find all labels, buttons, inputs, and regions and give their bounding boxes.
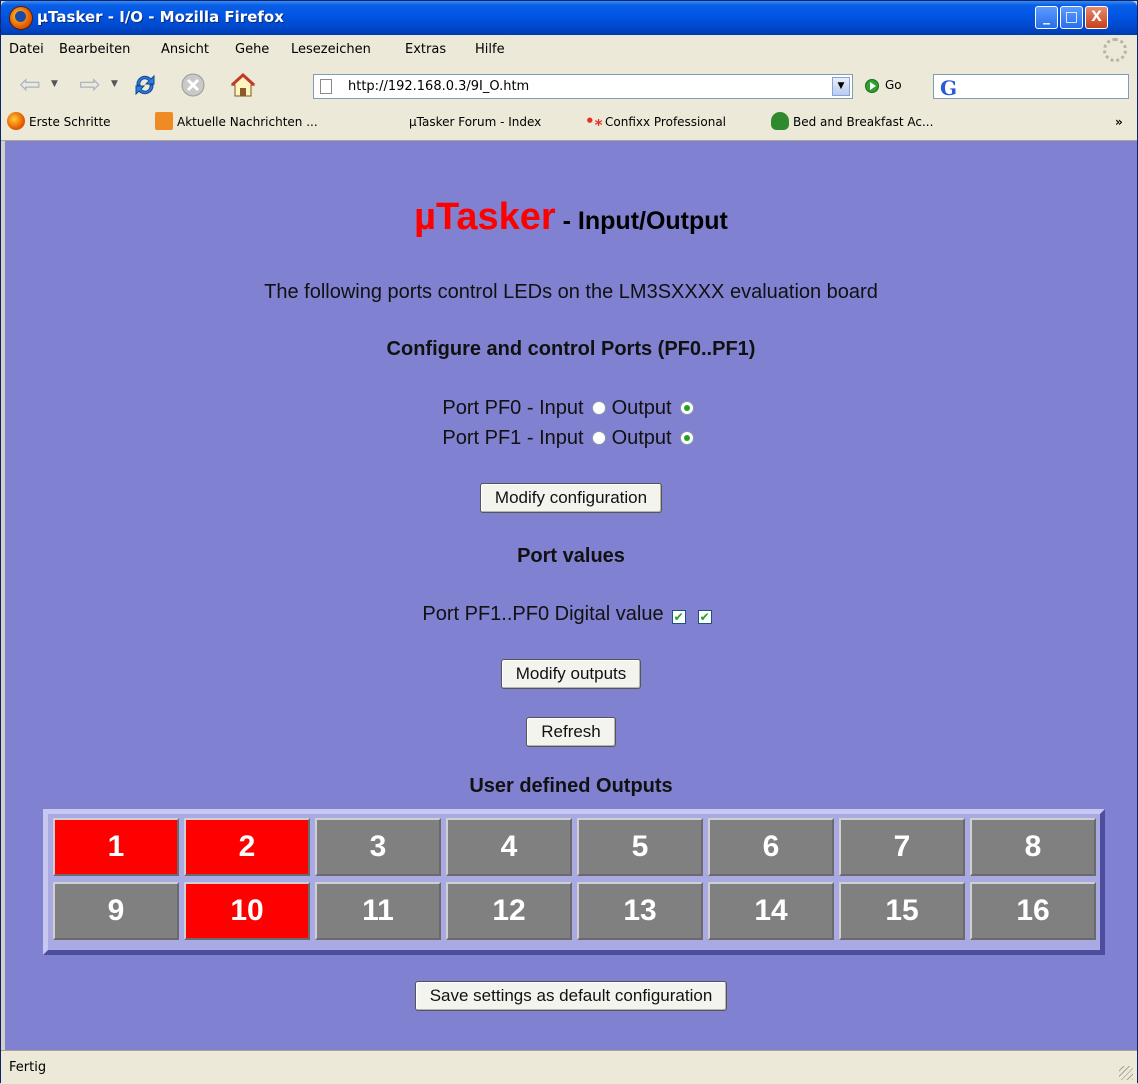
title-suffix: - Input/Output [555, 207, 728, 235]
port-pf1-label: Port PF1 - Input [442, 427, 584, 449]
port-pf0-output-radio[interactable] [679, 401, 694, 415]
page-content: µTasker - Input/Output The following por… [5, 141, 1137, 1050]
rss-icon [155, 112, 173, 130]
output-cell-14[interactable]: 14 [708, 882, 834, 940]
modify-outputs-button[interactable]: Modify outputs [500, 659, 642, 689]
title-bar: µTasker - I/O - Mozilla Firefox _ □ X [1, 1, 1137, 35]
status-bar: Fertig [1, 1050, 1137, 1084]
port-pf0-output-label: Output [611, 397, 672, 419]
output-cell-4[interactable]: 4 [446, 818, 572, 876]
close-button[interactable]: X [1085, 6, 1108, 29]
menu-bar: Datei Bearbeiten Ansicht Gehe Lesezeiche… [1, 35, 1137, 66]
pf1-checkbox[interactable]: ✔ [671, 610, 686, 624]
google-icon[interactable]: G [940, 76, 957, 100]
bookmark-bed-and-breakfast[interactable]: Bed and Breakfast Ac... [793, 115, 933, 129]
pf0-checkbox[interactable]: ✔ [697, 610, 712, 624]
menu-hilfe[interactable]: Hilfe [475, 42, 505, 57]
back-dropdown-icon[interactable]: ▼ [51, 79, 58, 89]
go-icon[interactable] [865, 79, 879, 93]
save-row: Save settings as default configuration [5, 981, 1137, 1011]
output-cell-15[interactable]: 15 [839, 882, 965, 940]
intro-text: The following ports control LEDs on the … [264, 281, 878, 303]
output-cell-8[interactable]: 8 [970, 818, 1096, 876]
modify-config-row: Modify configuration [5, 483, 1137, 513]
output-cell-13[interactable]: 13 [577, 882, 703, 940]
digital-value-row: Port PF1..PF0 Digital value ✔ ✔ [5, 603, 1137, 626]
user-outputs-table: 1 2 3 4 5 6 7 8 9 10 11 12 13 14 15 16 [43, 809, 1105, 955]
port-pf1-output-radio[interactable] [679, 431, 694, 445]
config-heading: Configure and control Ports (PF0..PF1) [386, 338, 756, 360]
search-input[interactable]: G [933, 74, 1129, 100]
port-pf1-output-label: Output [611, 427, 672, 449]
port-values-heading: Port values [517, 545, 625, 567]
page-title: µTasker - Input/Output [5, 196, 1137, 239]
firefox-icon [7, 112, 25, 130]
throbber-icon [1103, 38, 1127, 62]
port-pf0-label: Port PF0 - Input [442, 397, 584, 419]
menu-extras[interactable]: Extras [405, 42, 446, 57]
port-pf0-row: Port PF0 - Input Output [5, 397, 1137, 420]
bookmark-utasker-forum[interactable]: µTasker Forum - Index [409, 115, 541, 129]
minimize-button[interactable]: _ [1035, 6, 1058, 29]
bookmarks-overflow-chevron[interactable]: » [1115, 115, 1123, 129]
home-icon[interactable] [229, 71, 257, 99]
frog-icon [771, 112, 789, 130]
menu-bearbeiten[interactable]: Bearbeiten [59, 42, 130, 57]
browser-window: µTasker - I/O - Mozilla Firefox _ □ X Da… [0, 0, 1138, 1084]
stop-icon[interactable] [179, 71, 207, 99]
menu-datei[interactable]: Datei [9, 42, 44, 57]
url-text: http://192.168.0.3/9I_O.htm [348, 79, 530, 94]
bookmark-confixx[interactable]: Confixx Professional [605, 115, 726, 129]
port-pf1-input-radio[interactable] [591, 431, 606, 445]
refresh-button[interactable]: Refresh [526, 717, 616, 747]
go-button[interactable]: Go [885, 78, 902, 92]
port-pf0-input-radio[interactable] [591, 401, 606, 415]
modify-outputs-row: Modify outputs [5, 659, 1137, 689]
status-text: Fertig [9, 1060, 47, 1075]
refresh-row: Refresh [5, 717, 1137, 747]
address-bar[interactable]: http://192.168.0.3/9I_O.htm ▼ [313, 74, 853, 99]
menu-ansicht[interactable]: Ansicht [161, 42, 209, 57]
bookmarks-toolbar: Erste Schritte Aktuelle Nachrichten ... … [1, 105, 1137, 141]
firefox-icon [9, 6, 33, 30]
bookmark-erste-schritte[interactable]: Erste Schritte [29, 115, 111, 129]
output-cell-10[interactable]: 10 [184, 882, 310, 940]
digital-value-label: Port PF1..PF0 Digital value [422, 603, 664, 625]
output-cell-6[interactable]: 6 [708, 818, 834, 876]
menu-lesezeichen[interactable]: Lesezeichen [291, 42, 371, 57]
window-title: µTasker - I/O - Mozilla Firefox [37, 8, 284, 26]
output-cell-2[interactable]: 2 [184, 818, 310, 876]
port-pf1-row: Port PF1 - Input Output [5, 427, 1137, 450]
save-default-button[interactable]: Save settings as default configuration [414, 981, 728, 1011]
maximize-button[interactable]: □ [1060, 6, 1083, 29]
output-cell-7[interactable]: 7 [839, 818, 965, 876]
output-cell-1[interactable]: 1 [53, 818, 179, 876]
bookmark-aktuelle-nachrichten[interactable]: Aktuelle Nachrichten ... [177, 115, 318, 129]
output-cell-12[interactable]: 12 [446, 882, 572, 940]
resize-grip-icon[interactable] [1119, 1066, 1133, 1080]
forward-icon[interactable]: ⇨ [75, 71, 105, 99]
menu-gehe[interactable]: Gehe [235, 42, 269, 57]
outputs-heading: User defined Outputs [469, 775, 673, 797]
modify-configuration-button[interactable]: Modify configuration [479, 483, 663, 513]
output-cell-5[interactable]: 5 [577, 818, 703, 876]
back-icon[interactable]: ⇦ [15, 71, 45, 99]
url-dropdown-icon[interactable]: ▼ [832, 77, 850, 96]
output-cell-9[interactable]: 9 [53, 882, 179, 940]
navigation-toolbar: ⇦ ▼ ⇨ ▼ http://192.168.0.3/9I_O.htm ▼ Go… [1, 65, 1137, 106]
logo-text: µTasker [414, 196, 556, 238]
reload-icon[interactable] [131, 71, 159, 99]
output-cell-11[interactable]: 11 [315, 882, 441, 940]
forward-dropdown-icon[interactable]: ▼ [111, 79, 118, 89]
confixx-icon: •⁎ [585, 112, 603, 130]
page-icon [320, 79, 332, 94]
output-cell-16[interactable]: 16 [970, 882, 1096, 940]
output-cell-3[interactable]: 3 [315, 818, 441, 876]
